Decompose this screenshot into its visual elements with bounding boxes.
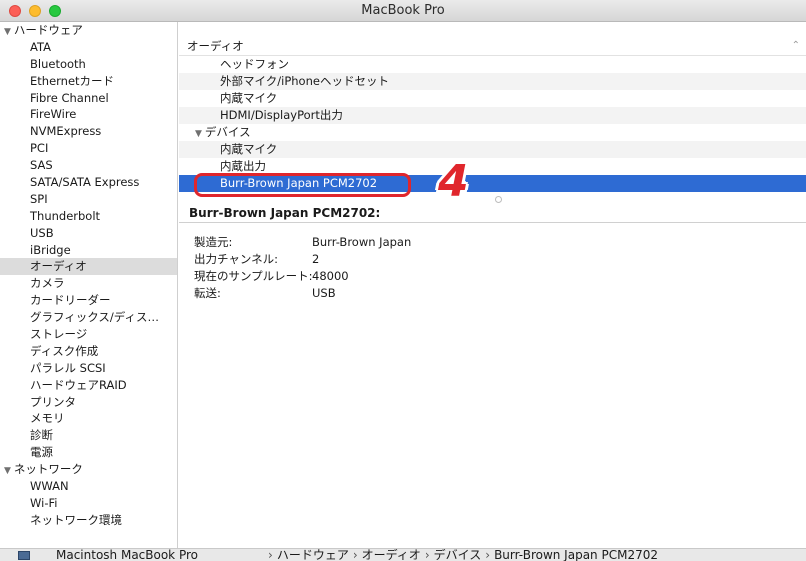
sidebar-item[interactable]: ディスク作成 <box>0 343 177 360</box>
tree-row[interactable]: 内蔵マイク <box>179 141 806 158</box>
sidebar-group[interactable]: ▼ ハードウェア <box>0 22 177 39</box>
sidebar-item[interactable]: FireWire <box>0 106 177 123</box>
sidebar-item[interactable]: メモリ <box>0 410 177 427</box>
sidebar-item[interactable]: ネットワーク環境 <box>0 512 177 529</box>
sidebar-item[interactable]: USB <box>0 225 177 242</box>
sidebar-item[interactable]: 診断 <box>0 427 177 444</box>
tree-group-row[interactable]: ▼ デバイス <box>179 124 806 141</box>
sidebar-item[interactable]: PCI <box>0 140 177 157</box>
sidebar-item[interactable]: プリンタ <box>0 394 177 411</box>
scroll-handle[interactable] <box>495 196 502 203</box>
sidebar-item[interactable]: カメラ <box>0 275 177 292</box>
section-header-label: オーディオ <box>187 39 244 53</box>
detail-key: 製造元: <box>194 235 233 249</box>
detail-row: 製造元: Burr-Brown Japan <box>194 234 411 251</box>
close-window-button[interactable] <box>9 5 21 17</box>
section-header[interactable]: オーディオ ⌃ <box>179 36 806 56</box>
sidebar-item[interactable]: iBridge <box>0 242 177 259</box>
sidebar-item[interactable]: グラフィックス/ディス… <box>0 309 177 326</box>
sidebar-item[interactable]: Thunderbolt <box>0 208 177 225</box>
breadcrumb: › ハードウェア › オーディオ › デバイス › Burr-Brown Japan PCM2… <box>264 549 658 561</box>
sidebar-item[interactable]: ハードウェアRAID <box>0 377 177 394</box>
sidebar-group[interactable]: ▼ ネットワーク <box>0 461 177 478</box>
zoom-window-button[interactable] <box>49 5 61 17</box>
detail-key: 現在のサンプルレート: <box>194 269 313 283</box>
tree-row-label: 内蔵マイク <box>220 142 278 156</box>
tree-row-label: ヘッドフォン <box>220 57 289 71</box>
detail-value: 2 <box>312 252 320 266</box>
sidebar[interactable]: ▼ ハードウェア ATA Bluetooth Ethernetカード Fibre Chan… <box>0 22 178 548</box>
tree-row[interactable]: 内蔵マイク <box>179 90 806 107</box>
sidebar-item[interactable]: SATA/SATA Express <box>0 174 177 191</box>
detail-value: Burr-Brown Japan <box>312 235 412 249</box>
highlight-box <box>194 173 411 197</box>
breadcrumb-item[interactable]: Burr-Brown Japan PCM2702 <box>494 549 658 561</box>
disclosure-triangle-icon[interactable]: ▼ <box>4 466 11 476</box>
sidebar-item[interactable]: ストレージ <box>0 326 177 343</box>
minimize-window-button[interactable] <box>29 5 41 17</box>
sidebar-item[interactable]: WWAN <box>0 478 177 495</box>
pane-divider[interactable] <box>179 222 806 223</box>
detail-list: 製造元: Burr-Brown Japan 出力チャンネル: 2 現在のサンプルレート:… <box>194 234 411 302</box>
main-panel: オーディオ ⌃ ヘッドフォン外部マイク/iPhoneヘッドセット 内蔵マイク HDM… <box>179 22 806 548</box>
tree-row-label: デバイス <box>204 125 251 139</box>
computer-icon <box>18 551 30 560</box>
detail-row: 転送: USB <box>194 285 411 302</box>
breadcrumb-item[interactable]: デバイス <box>434 549 482 561</box>
detail-value: 48000 <box>312 269 349 283</box>
breadcrumb-separator-icon: › <box>424 548 430 561</box>
breadcrumb-separator-icon: › <box>352 548 358 561</box>
detail-title: Burr-Brown Japan PCM2702: <box>189 206 381 220</box>
sidebar-item[interactable]: Fibre Channel <box>0 90 177 107</box>
sidebar-item[interactable]: Wi-Fi <box>0 495 177 512</box>
device-tree: ヘッドフォン外部マイク/iPhoneヘッドセット 内蔵マイク HDMI/Displa… <box>179 56 806 192</box>
disclosure-triangle-icon[interactable]: ▼ <box>195 129 202 139</box>
tree-row-label: 内蔵マイク <box>220 91 278 105</box>
host-name: Macintosh MacBook Pro <box>56 548 198 561</box>
detail-row: 出力チャンネル: 2 <box>194 251 411 268</box>
detail-key: 転送: <box>194 286 221 300</box>
sidebar-item[interactable]: カードリーダー <box>0 292 177 309</box>
sidebar-item[interactable]: オーディオ <box>0 258 177 276</box>
tree-row[interactable]: ヘッドフォン <box>179 56 806 73</box>
sort-caret-icon[interactable]: ⌃ <box>792 36 800 56</box>
sidebar-item[interactable]: ATA <box>0 39 177 56</box>
tree-row[interactable]: HDMI/DisplayPort出力 <box>179 107 806 124</box>
detail-value: USB <box>312 286 336 300</box>
tree-row-label: 外部マイク/iPhoneヘッドセット <box>220 74 389 88</box>
tree-row[interactable]: 外部マイク/iPhoneヘッドセット <box>179 73 806 90</box>
sidebar-item[interactable]: 電源 <box>0 444 177 461</box>
window-titlebar: MacBook Pro <box>0 0 806 22</box>
step-number: 4 <box>438 156 469 207</box>
status-bar: Macintosh MacBook Pro › ハードウェア › オーディオ › デバイス… <box>0 548 806 561</box>
sidebar-item[interactable]: SAS <box>0 157 177 174</box>
breadcrumb-separator-icon: › <box>485 548 491 561</box>
sidebar-group-label: ハードウェア <box>13 23 83 37</box>
tree-row-label: HDMI/DisplayPort出力 <box>220 108 343 122</box>
sidebar-group-label: ネットワーク <box>13 462 83 477</box>
sidebar-item[interactable]: Ethernetカード <box>0 73 177 90</box>
window-title: MacBook Pro <box>361 3 445 18</box>
breadcrumb-item[interactable]: ハードウェア <box>277 549 349 561</box>
sidebar-item[interactable]: SPI <box>0 191 177 208</box>
detail-row: 現在のサンプルレート:48000 <box>194 268 411 285</box>
sidebar-item[interactable]: NVMExpress <box>0 123 177 140</box>
sidebar-item[interactable]: Bluetooth <box>0 56 177 73</box>
tree-row-label: 内蔵出力 <box>220 159 266 173</box>
breadcrumb-item[interactable]: オーディオ <box>362 549 421 561</box>
breadcrumb-separator-icon: › <box>268 548 273 561</box>
detail-key: 出力チャンネル: <box>194 252 279 266</box>
disclosure-triangle-icon[interactable]: ▼ <box>4 27 11 37</box>
sidebar-item[interactable]: パラレル SCSI <box>0 360 177 377</box>
